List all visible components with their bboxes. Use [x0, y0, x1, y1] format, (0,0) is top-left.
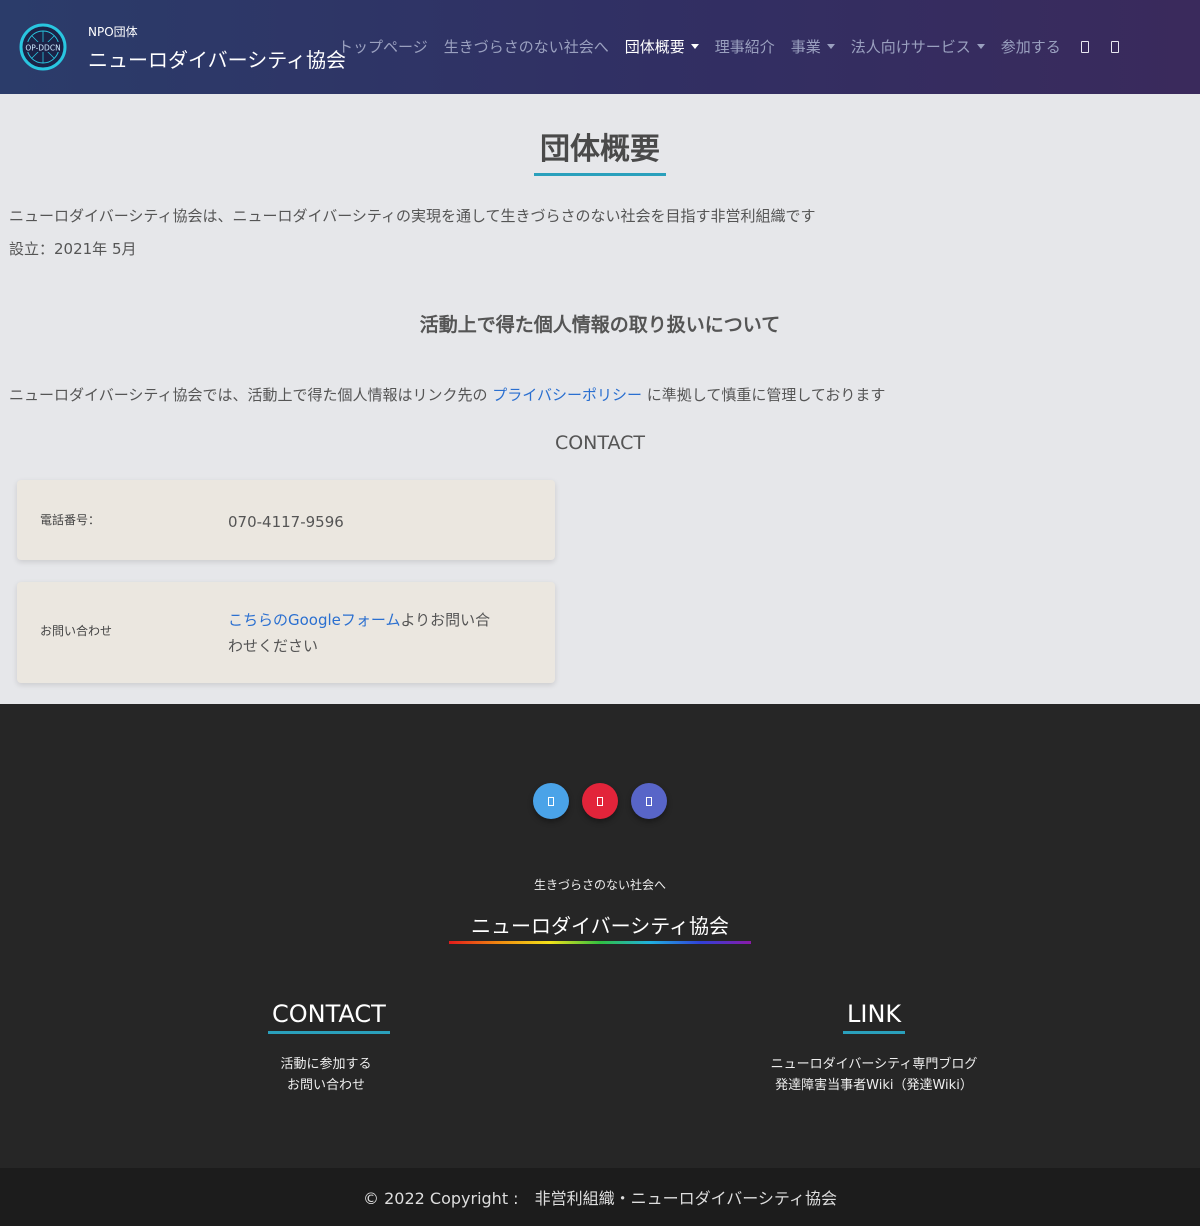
footer-link-blog[interactable]: ニューロダイバーシティ専門ブログ: [744, 1054, 1004, 1075]
nav-item-corporate[interactable]: 法人向けサービス: [851, 36, 985, 57]
youtube-icon[interactable]: [582, 783, 618, 819]
copyright-bar: © 2022 Copyright : 非営利組織・ニューロダイバーシティ協会: [0, 1168, 1200, 1226]
contact-heading: CONTACT: [554, 432, 646, 454]
footer-contact-title: CONTACT: [268, 1000, 390, 1034]
phone-label: 電話番号：: [40, 513, 101, 527]
caret-down-icon: [690, 44, 699, 49]
nav-item-overview[interactable]: 団体概要: [625, 36, 699, 57]
site-header: OP-DDCN NPO団体 ニューロダイバーシティ協会 トップページ 生きづらさ…: [0, 0, 1200, 94]
page-title-wrap: 団体概要: [0, 124, 1200, 176]
brand-name[interactable]: ニューロダイバーシティ協会: [88, 44, 346, 73]
footer-link-title: LINK: [843, 1000, 906, 1034]
inquiry-text-2: わせください: [228, 637, 319, 655]
privacy-heading: 活動上で得た個人情報の取り扱いについて: [419, 314, 781, 336]
nav-item-join[interactable]: 参加する: [1001, 36, 1061, 57]
caret-down-icon: [826, 44, 835, 49]
privacy-policy-link[interactable]: プライバシーポリシー: [492, 386, 642, 404]
caret-down-icon: [976, 44, 985, 49]
site-footer: 生きづらさのない社会へ ニューロダイバーシティ協会 CONTACT 活動に参加す…: [0, 704, 1200, 1168]
nav-item-top[interactable]: トップページ: [338, 36, 428, 57]
inquiry-value: こちらのGoogleフォームよりお問い合 わせください: [228, 607, 490, 659]
brand-subtitle: NPO団体: [88, 25, 138, 39]
twitter-icon[interactable]: [533, 783, 569, 819]
page-title: 団体概要: [534, 124, 666, 176]
document-icon[interactable]: [1110, 40, 1119, 53]
google-form-link[interactable]: こちらのGoogleフォーム: [228, 611, 400, 629]
main-nav: トップページ 生きづらさのない社会へ 団体概要 理事紹介 事業 法人向けサービス…: [338, 36, 1137, 57]
footer-link-list: ニューロダイバーシティ専門ブログ 発達障害当事者Wiki（発達Wiki）: [744, 1054, 1004, 1096]
privacy-text-after: に準拠して慎重に管理しております: [646, 386, 886, 404]
rainbow-divider: [449, 941, 751, 944]
book-icon[interactable]: [1080, 40, 1089, 53]
privacy-text: ニューロダイバーシティ協会では、活動上で得た個人情報はリンク先の プライバシーポ…: [9, 384, 885, 405]
copyright-text: © 2022 Copyright : 非営利組織・ニューロダイバーシティ協会: [363, 1189, 837, 1208]
phone-card: 電話番号： 070-4117-9596: [17, 480, 555, 560]
intro-text: ニューロダイバーシティ協会は、ニューロダイバーシティの実現を通して生きづらさのな…: [9, 207, 816, 225]
footer-link-wiki[interactable]: 発達障害当事者Wiki（発達Wiki）: [744, 1075, 1004, 1096]
logo-icon[interactable]: OP-DDCN: [18, 22, 68, 72]
inquiry-card: お問い合わせ こちらのGoogleフォームよりお問い合 わせください: [17, 582, 555, 683]
nav-item-society[interactable]: 生きづらさのない社会へ: [444, 36, 609, 57]
privacy-text-before: ニューロダイバーシティ協会では、活動上で得た個人情報はリンク先の: [9, 386, 488, 404]
footer-tagline: 生きづらさのない社会へ: [533, 878, 666, 892]
discord-icon[interactable]: [631, 783, 667, 819]
phone-value: 070-4117-9596: [228, 513, 344, 531]
footer-org-name: ニューロダイバーシティ協会: [471, 914, 729, 938]
inquiry-label: お問い合わせ: [40, 624, 113, 638]
footer-contact-list: 活動に参加する お問い合わせ: [226, 1054, 426, 1096]
footer-link-inquiry[interactable]: お問い合わせ: [226, 1075, 426, 1096]
logo-text: OP-DDCN: [25, 44, 60, 53]
inquiry-text-1: よりお問い合: [400, 611, 491, 629]
established-text: 設立：2021年 5月: [9, 240, 137, 258]
nav-item-directors[interactable]: 理事紹介: [715, 36, 775, 57]
footer-link-join[interactable]: 活動に参加する: [226, 1054, 426, 1075]
nav-item-business[interactable]: 事業: [791, 36, 835, 57]
